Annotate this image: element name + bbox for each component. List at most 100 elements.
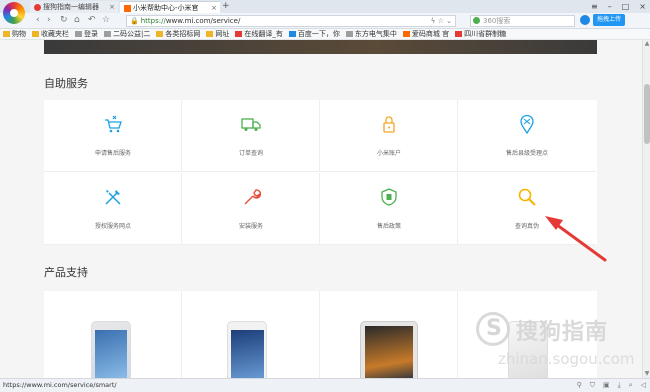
home-icon[interactable]: ⌂ [74, 15, 80, 25]
folder-icon [32, 31, 39, 37]
bookmark-item[interactable]: 百度一下，你 [288, 29, 340, 39]
bookmark-label: 网址 [215, 30, 230, 38]
refresh-icon[interactable]: ↻ [60, 15, 68, 25]
maximize-icon[interactable]: □ [622, 2, 630, 11]
tab-mi-help-center[interactable]: 小米帮助中心-小米官 × [120, 1, 220, 13]
undo-icon[interactable]: ↶ [88, 15, 96, 25]
youdao-icon [235, 31, 243, 37]
service-verify-authenticity[interactable]: 查询真伪 [458, 173, 596, 245]
lock-icon [383, 116, 395, 133]
phone-image [91, 321, 131, 378]
forward-icon[interactable]: › [47, 15, 51, 25]
mi-favicon-icon [124, 4, 131, 12]
bookmark-item[interactable]: 东方电气集中 [345, 29, 397, 39]
search-placeholder: 360搜索 [483, 17, 511, 25]
product-support-grid [44, 291, 597, 378]
browser-toolbar: ‹ › ↻ ⌂ ↶ ☆ 🔒 https://www.mi.com/service/… [0, 13, 650, 29]
truck-icon [241, 118, 261, 131]
service-authorized-outlets[interactable]: 授权服务网点 [44, 173, 182, 245]
wrench-icon [244, 189, 261, 205]
bookmark-label: 爱码商城 官 [411, 30, 450, 38]
phone-image [508, 321, 548, 378]
sound-icon[interactable]: ◁ [641, 379, 646, 392]
service-county-points[interactable]: 售后县级受理点 [458, 100, 596, 172]
bookmark-item[interactable]: 购物 [3, 29, 26, 39]
camera-icon[interactable]: ▣ [603, 379, 610, 392]
tab-label: 小米帮助中心-小米官 [133, 4, 199, 12]
scroll-up-icon[interactable]: ▲ [643, 40, 650, 48]
bookmark-item[interactable]: 爱码商城 官 [402, 29, 450, 39]
browser-logo-icon[interactable] [3, 2, 25, 24]
bookmark-item[interactable]: 二码公益|二 [104, 29, 150, 39]
status-url: https://www.mi.com/service/smart/ [3, 381, 117, 389]
bookmark-label: 在线翻译_有 [244, 30, 283, 38]
pin-icon[interactable]: ⚲ [577, 379, 582, 392]
status-bar: https://www.mi.com/service/smart/ ⚲ ⛉ ▣ … [0, 378, 650, 392]
tools-icon [105, 190, 121, 205]
lightning-icon[interactable]: ϟ [431, 17, 436, 25]
bookmark-label: 收藏夹栏 [41, 30, 69, 38]
page-banner [44, 40, 597, 54]
service-installation[interactable]: 安装服务 [182, 173, 320, 245]
bookmark-item[interactable]: 登录 [75, 29, 98, 39]
download-icon[interactable]: ⤓ [618, 379, 621, 392]
scroll-down-icon[interactable]: ▼ [643, 370, 650, 378]
bookmark-item[interactable]: 收藏夹栏 [32, 29, 69, 39]
service-label: 申请售后服务 [94, 150, 131, 157]
chevron-down-icon[interactable]: ⌄ [446, 17, 452, 25]
bookmark-label: 购物 [12, 30, 26, 38]
phone-image [227, 321, 267, 378]
favorite-star-icon[interactable]: ☆ [102, 15, 110, 25]
product-card[interactable] [182, 291, 320, 378]
zoom-icon[interactable]: ⌕ [629, 379, 633, 392]
page-viewport: 自助服务 申请售后服务 订单查询 小米账户 售后县级受理点 授权服务网点 安装服… [0, 40, 642, 378]
address-bar[interactable]: 🔒 https://www.mi.com/service/ ϟ ☆ ⌄ [126, 15, 456, 27]
bookmark-label: 各类招标网 [165, 30, 201, 38]
service-apply-after-sales[interactable]: 申请售后服务 [44, 100, 182, 172]
toolbar-right: 拖拽上传 [580, 14, 626, 26]
close-icon[interactable]: × [211, 2, 217, 13]
bookmark-item[interactable]: 各类招标网 [156, 29, 200, 39]
service-mi-account[interactable]: 小米账户 [320, 100, 458, 172]
self-service-title: 自助服务 [44, 77, 88, 90]
page-icon [455, 31, 463, 37]
bookmark-label: 东方电气集中 [354, 30, 397, 38]
cloud-icon[interactable] [580, 15, 590, 25]
new-tab-button[interactable]: + [222, 1, 230, 11]
scroll-thumb[interactable] [644, 84, 650, 144]
product-card[interactable] [458, 291, 596, 378]
bookmark-label: 四川省群制糖 [464, 30, 507, 38]
back-icon[interactable]: ‹ [36, 15, 40, 25]
service-order-query[interactable]: 订单查询 [182, 100, 320, 172]
minimize-icon[interactable]: – [608, 2, 612, 11]
bookmark-item[interactable]: 网址 [206, 29, 229, 39]
star-icon[interactable]: ☆ [438, 17, 444, 25]
product-card[interactable] [44, 291, 182, 378]
url-scheme: https:// [140, 17, 166, 25]
service-after-sales-policy[interactable]: 售后政策 [320, 173, 458, 245]
upload-button[interactable]: 拖拽上传 [593, 14, 626, 26]
page-icon [345, 31, 353, 37]
folder-icon [206, 31, 214, 37]
shield-status-icon[interactable]: ⛉ [590, 379, 595, 392]
service-label: 授权服务网点 [94, 223, 131, 230]
product-card[interactable] [320, 291, 458, 378]
menu-icon[interactable]: ≡ [591, 2, 598, 11]
lock-icon: 🔒 [130, 17, 139, 25]
service-label: 小米账户 [376, 150, 401, 157]
self-service-grid: 申请售后服务 订单查询 小米账户 售后县级受理点 授权服务网点 安装服务 售后政… [44, 100, 597, 245]
close-icon[interactable]: × [109, 1, 115, 13]
close-window-icon[interactable]: × [639, 2, 646, 11]
page-icon [104, 31, 111, 37]
tab-sogou-guide[interactable]: 搜狗指南一编辑器 × [30, 1, 118, 13]
tab-label: 搜狗指南一编辑器 [43, 3, 99, 11]
bookmarks-bar: 购物 收藏夹栏 登录 二码公益|二 各类招标网 网址 在线翻译_有 百度一下，你… [0, 29, 650, 40]
bookmark-item[interactable]: 四川省群制糖 [455, 29, 506, 39]
bookmark-item[interactable]: 在线翻译_有 [235, 29, 283, 39]
search-engine-icon[interactable] [473, 17, 480, 24]
address-bar-actions: ϟ ☆ ⌄ [431, 16, 452, 26]
search-input[interactable]: 360搜索 [470, 15, 575, 27]
vertical-scrollbar[interactable]: ▲ ▼ [642, 40, 650, 378]
service-label: 售后县级受理点 [505, 150, 548, 157]
tablet-image [360, 321, 418, 378]
